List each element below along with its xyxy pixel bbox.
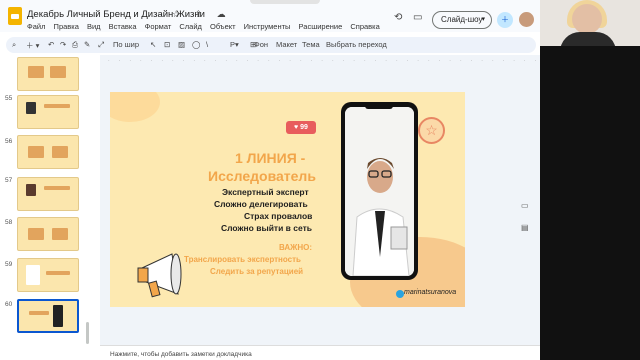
menu-file[interactable]: Файл	[27, 22, 45, 31]
pen-icon[interactable]: Р▾	[230, 40, 239, 49]
menu-format[interactable]: Формат	[145, 22, 172, 31]
important-label: ВАЖНО:	[279, 243, 313, 252]
slide-thumbnail[interactable]	[17, 57, 79, 91]
title-bar: Декабрь Личный Бренд и Дизайн Жизни ☆ ⇪ …	[0, 0, 540, 32]
decor-blob	[110, 92, 160, 122]
share-icon[interactable]: ＋	[497, 12, 513, 28]
line-icon[interactable]: \	[206, 40, 208, 49]
megaphone-icon	[137, 253, 182, 298]
redo-icon[interactable]: ↷	[60, 40, 66, 49]
slide-note: Следить за репутацией	[210, 267, 304, 276]
menu-object[interactable]: Объект	[210, 22, 236, 31]
slide-thumbnail[interactable]	[17, 135, 79, 169]
person-photo	[345, 107, 414, 276]
background-button[interactable]: Фон	[254, 40, 268, 49]
slide-number: 56	[5, 138, 13, 145]
star-icon: ☆	[418, 117, 445, 144]
phone-notch	[365, 104, 393, 109]
image-icon[interactable]: ▨	[178, 40, 185, 49]
theme-button[interactable]: Тема	[302, 40, 320, 49]
select-icon[interactable]: ↖	[150, 40, 156, 49]
toolbar: ⌕ ＋ ▾ ↶ ↷ ⎙ ✎ ⤢ По шир ↖ ⊡ ▨ ◯ \ Р▾ ⊞ Фо…	[6, 37, 536, 53]
menu-extensions[interactable]: Расширение	[299, 22, 343, 31]
slide-line: Сложно делегировать	[214, 199, 308, 209]
slides-logo-icon[interactable]	[8, 7, 22, 25]
slide-thumbnail[interactable]	[17, 95, 79, 129]
author-handle: marinatsuranova	[404, 289, 457, 296]
presenter-face	[572, 4, 602, 34]
chevron-down-icon[interactable]: ▾	[481, 12, 485, 28]
menu-edit[interactable]: Правка	[54, 22, 79, 31]
slide-heading-line2: Исследователь	[208, 168, 316, 184]
print-icon[interactable]: ⎙	[72, 40, 78, 50]
shape-icon[interactable]: ◯	[192, 40, 200, 49]
menu-insert[interactable]: Вставка	[109, 22, 137, 31]
search-icon[interactable]: ⌕	[12, 40, 16, 50]
avatar[interactable]	[519, 12, 534, 27]
speaker-notes[interactable]: Нажмите, чтобы добавить заметки докладчи…	[110, 351, 252, 358]
slides-side-icon[interactable]: ▭	[521, 195, 529, 217]
slideshow-label: Слайд-шоу	[441, 15, 483, 24]
slide-line: Экспертный эксперт	[222, 187, 309, 197]
slideshow-button[interactable]: Слайд-шоу ▾	[432, 11, 492, 29]
side-panel-icons: ▭ ▤	[521, 195, 529, 239]
menu-bar: Файл Правка Вид Вставка Формат Слайд Объ…	[27, 22, 386, 31]
app-window: Декабрь Личный Бренд и Дизайн Жизни ☆ ⇪ …	[0, 0, 640, 360]
textbox-icon[interactable]: ⊡	[164, 40, 170, 49]
presenter-body	[560, 32, 616, 46]
phone-screen	[345, 107, 414, 276]
slide-number: 58	[5, 219, 13, 226]
webcam-background	[540, 46, 640, 360]
telegram-icon	[396, 290, 404, 298]
transition-button[interactable]: Выбрать переход	[326, 40, 387, 49]
like-badge: ♥ 99	[286, 121, 316, 134]
slide-number: 59	[5, 261, 13, 268]
comment-icon[interactable]: ▭	[413, 12, 422, 23]
zoom-select[interactable]: ⤢	[98, 40, 104, 50]
folder-icon[interactable]: ▤	[521, 217, 529, 239]
slide-thumbnail[interactable]	[17, 258, 79, 292]
menu-slide[interactable]: Слайд	[179, 22, 202, 31]
menu-view[interactable]: Вид	[87, 22, 101, 31]
slide-heading-line1: 1 ЛИНИЯ -	[235, 150, 306, 166]
slide-thumbnail-panel: 55 56 57 58 59 60	[0, 55, 100, 345]
layout-button[interactable]: Макет	[276, 40, 297, 49]
history-icon[interactable]: ⟲	[394, 12, 402, 23]
zoom-fit-label[interactable]: По шир	[113, 40, 139, 49]
undo-icon[interactable]: ↶	[48, 40, 54, 49]
star-icon[interactable]: ☆ ⇪ ☁	[172, 9, 232, 20]
ruler: ········································…	[108, 58, 546, 64]
paint-format-icon[interactable]: ✎	[84, 40, 90, 49]
like-count: 99	[300, 124, 308, 131]
url-pill	[250, 0, 320, 4]
slide-line: Страх провалов	[244, 211, 313, 221]
webcam-overlay	[540, 0, 640, 46]
add-icon[interactable]: ＋ ▾	[26, 40, 39, 51]
slide-line: Сложно выйти в сеть	[221, 223, 312, 233]
slide-note: Транслировать экспертность	[184, 255, 301, 264]
slide-number: 57	[5, 177, 13, 184]
slide-thumbnail-selected[interactable]	[17, 299, 79, 333]
menu-help[interactable]: Справка	[350, 22, 379, 31]
scrollbar[interactable]	[86, 322, 89, 344]
slide-thumbnail[interactable]	[17, 217, 79, 251]
slide-number: 55	[5, 95, 13, 102]
slide-number: 60	[5, 301, 13, 308]
slide-thumbnail[interactable]	[17, 177, 79, 211]
menu-tools[interactable]: Инструменты	[244, 22, 291, 31]
